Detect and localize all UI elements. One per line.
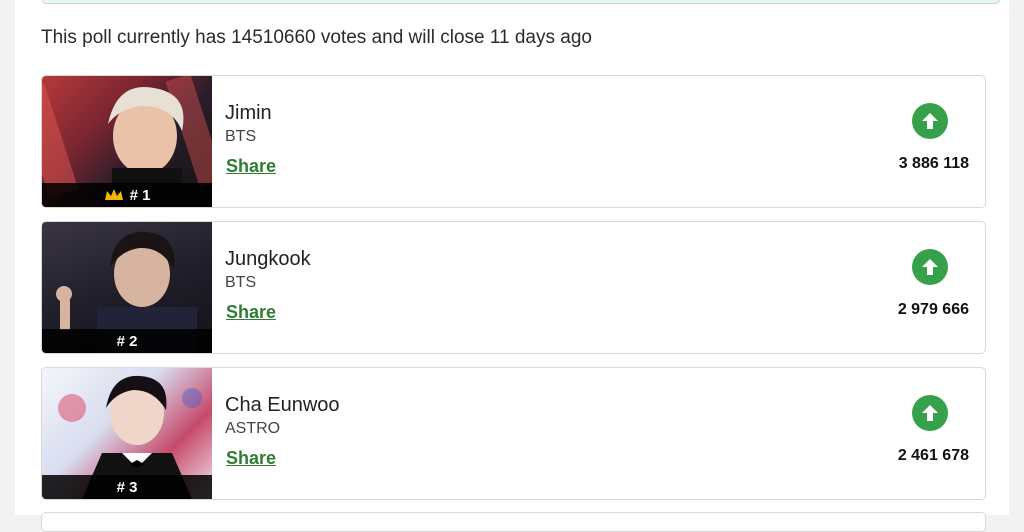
vote-count: 2 461 678 [897,447,969,464]
candidate-name: Cha Eunwoo [225,394,340,416]
poll-page: This poll currently has 14510660 votes a… [15,0,1009,532]
vote-count: 2 979 666 [897,301,969,318]
share-link[interactable]: Share [226,448,276,469]
vote-button[interactable] [912,103,948,139]
rank-bar: # 3 [42,475,212,499]
rank-label: # 3 [116,478,138,496]
candidate-photo[interactable]: # 2 [42,222,212,353]
candidate-photo[interactable]: # 3 [42,368,212,499]
share-link[interactable]: Share [226,302,276,323]
arrow-up-circle-icon [922,113,938,129]
candidate-group: BTS [225,128,257,145]
arrow-up-circle-icon [922,259,938,275]
crown-icon [104,189,123,200]
vote-button[interactable] [912,249,948,285]
candidate-card: # 3 Cha Eunwoo ASTRO Share 2 461 678 [41,367,986,500]
candidate-name: Jungkook [225,248,311,270]
candidate-group: BTS [225,274,257,291]
rank-label: # 1 [129,186,151,204]
arrow-up-circle-icon [922,405,938,421]
candidate-card-partial [41,512,986,532]
vote-count: 3 886 118 [898,155,969,172]
rank-bar: # 1 [42,183,212,207]
candidate-name: Jimin [225,102,272,124]
top-banner [42,0,1000,4]
candidate-group: ASTRO [225,420,281,437]
candidate-card: # 2 Jungkook BTS Share 2 979 666 [41,221,986,354]
vote-button[interactable] [912,395,948,431]
poll-info-text: This poll currently has 14510660 votes a… [41,27,592,48]
candidate-card: # 1 Jimin BTS Share 3 886 118 [41,75,986,208]
rank-label: # 2 [116,332,138,350]
share-link[interactable]: Share [226,156,276,177]
candidate-photo[interactable]: # 1 [42,76,212,207]
rank-bar: # 2 [42,329,212,353]
